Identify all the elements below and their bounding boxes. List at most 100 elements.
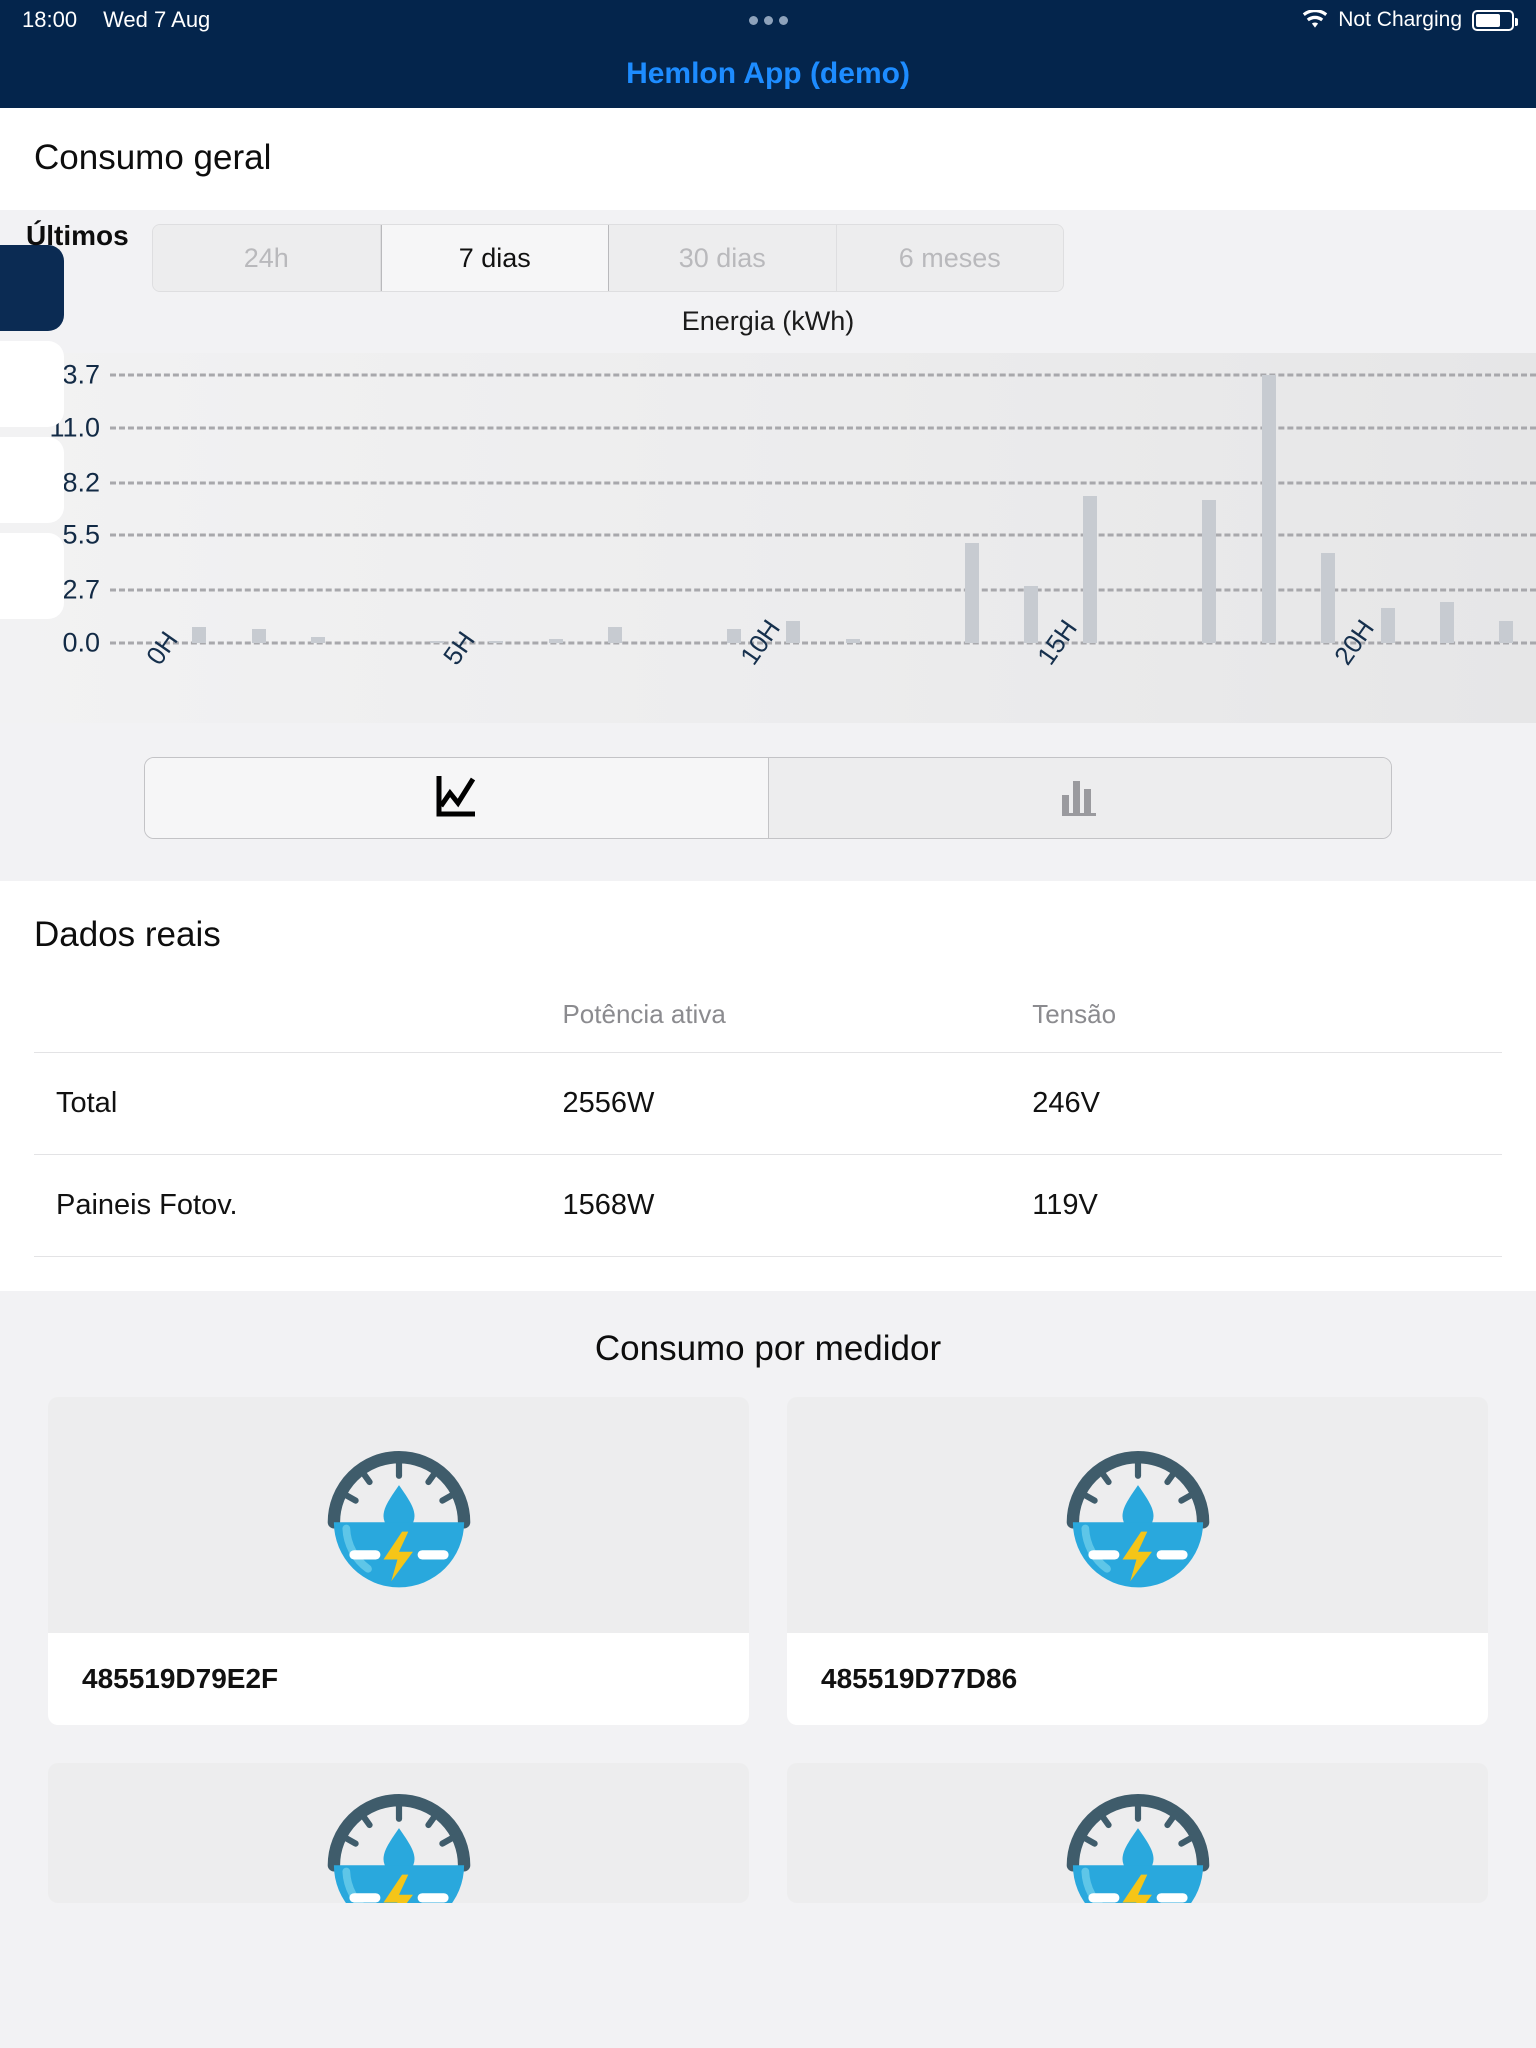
meter-card[interactable]: 485519D79E2F	[48, 1397, 749, 1725]
range-selector-row: Últimos 24h 7 dias 30 dias 6 meses	[0, 210, 1536, 619]
cell-name: Total	[34, 1052, 563, 1155]
cell-voltage: 119V	[1032, 1154, 1502, 1257]
meter-icon-wrap	[787, 1397, 1488, 1633]
bar-slot	[229, 375, 288, 643]
tab-7-dias[interactable]: 7 dias	[380, 225, 609, 291]
energy-meter-icon	[1045, 1763, 1231, 1903]
dropdown-option[interactable]	[0, 437, 64, 523]
energy-meter-icon	[306, 1420, 492, 1611]
battery-icon	[1472, 9, 1518, 31]
status-time: 18:00	[22, 7, 78, 32]
chart-bar	[1439, 601, 1454, 643]
consumo-geral-panel: Últimos 24h 7 dias 30 dias 6 meses Energ…	[0, 210, 1536, 881]
cell-power: 1568W	[562, 1154, 1033, 1257]
bar-slot	[348, 375, 407, 643]
ios-status-bar: 18:00 Wed 7 Aug Not Charging	[0, 0, 1536, 40]
app-title: Hemlon App (demo)	[626, 57, 910, 90]
cell-voltage: 246V	[1032, 1052, 1502, 1155]
chart-bar	[1261, 375, 1276, 643]
dropdown-option[interactable]	[0, 341, 64, 427]
status-date: Wed 7 Aug	[103, 7, 211, 32]
meter-id-label: 485519D77D86	[787, 1633, 1488, 1725]
three-dots-icon	[748, 15, 788, 25]
bar-slot	[585, 375, 644, 643]
real-data-table: Potência ativa Tensão Total 2556W 246V P…	[34, 999, 1502, 1257]
consumo-geral-header: Consumo geral	[0, 108, 1536, 210]
bar-slot	[1358, 375, 1417, 643]
bar-slot	[1477, 375, 1536, 643]
chart-bar	[608, 627, 623, 643]
meter-icon-wrap	[48, 1397, 749, 1633]
meter-icon-wrap	[787, 1763, 1488, 1903]
bar-slot	[1120, 375, 1179, 643]
y-axis-tick: 2.7	[62, 574, 100, 605]
chart-plot-area	[110, 373, 1536, 645]
cell-name: Paineis Fotov.	[34, 1154, 563, 1257]
chart-bar	[192, 627, 207, 643]
bar-slot	[467, 375, 526, 643]
meter-icon-wrap	[48, 1763, 749, 1903]
meter-card[interactable]	[48, 1763, 749, 1903]
bar-chart-toggle-button[interactable]	[768, 758, 1391, 838]
dropdown-option-selected[interactable]	[0, 245, 64, 331]
dropdown-option[interactable]	[0, 533, 64, 619]
chart-bar	[1499, 621, 1514, 643]
chart-bar	[1083, 496, 1098, 643]
meters-title: Consumo por medidor	[594, 1329, 942, 1368]
wifi-icon	[1302, 10, 1328, 30]
bar-slot	[169, 375, 228, 643]
table-row: Paineis Fotov. 1568W 119V	[34, 1154, 1502, 1257]
dados-reais-title: Dados reais	[34, 915, 221, 954]
col-header-voltage: Tensão	[1032, 999, 1117, 1029]
tab-24h[interactable]: 24h	[153, 225, 381, 291]
chart-title: Energia (kWh)	[681, 306, 855, 336]
battery-status-label: Not Charging	[1338, 8, 1462, 31]
meter-card[interactable]: 485519D77D86	[787, 1397, 1488, 1725]
range-segmented-control[interactable]: 24h 7 dias 30 dias 6 meses	[152, 224, 1064, 292]
bar-slot	[882, 375, 941, 643]
status-right: Not Charging	[1302, 8, 1518, 32]
line-chart-icon	[434, 773, 478, 824]
bar-slot	[823, 375, 882, 643]
chart-bar	[251, 629, 266, 643]
table-row: Total 2556W 246V	[34, 1052, 1502, 1155]
bar-chart-icon	[1058, 773, 1102, 824]
page-title: Consumo geral	[34, 138, 272, 177]
bar-slot	[704, 375, 763, 643]
line-chart-toggle-button[interactable]	[145, 758, 769, 838]
bar-slot	[645, 375, 704, 643]
cell-power: 2556W	[562, 1052, 1033, 1155]
chart-bar	[786, 621, 801, 643]
bar-slot	[1239, 375, 1298, 643]
energy-chart[interactable]: 13.7 11.0 8.2 5.5 2.7 0.0 0H 5H 10H 15H 20H	[0, 353, 1536, 723]
energy-meter-icon	[306, 1763, 492, 1903]
chart-type-toggle[interactable]	[144, 757, 1392, 839]
bar-slot	[1061, 375, 1120, 643]
chart-bar	[1024, 586, 1039, 643]
bar-slot	[526, 375, 585, 643]
col-header-power: Potência ativa	[562, 999, 726, 1029]
table-header-row: Potência ativa Tensão	[34, 999, 1502, 1053]
bar-slot	[1001, 375, 1060, 643]
meter-grid: 485519D79E2F 485519D77D86	[0, 1397, 1536, 1903]
bar-slot	[942, 375, 1001, 643]
consumo-por-medidor-section: Consumo por medidor 485519D79E2F 485519D…	[0, 1291, 1536, 1903]
bar-slot	[764, 375, 823, 643]
status-left: 18:00 Wed 7 Aug	[22, 7, 210, 33]
chart-bar	[726, 629, 741, 643]
chart-type-toggle-wrap	[0, 723, 1536, 839]
y-axis-tick: 0.0	[62, 627, 100, 658]
bar-slot	[1298, 375, 1357, 643]
range-dropdown-overlay[interactable]	[0, 245, 64, 629]
chart-bar	[1202, 500, 1217, 643]
app-navbar: Hemlon App (demo)	[0, 40, 1536, 108]
chart-bar	[1321, 553, 1336, 643]
col-header-name	[34, 999, 562, 1053]
tab-6-meses[interactable]: 6 meses	[836, 225, 1063, 291]
meter-card[interactable]	[787, 1763, 1488, 1903]
dados-reais-card: Dados reais Potência ativa Tensão Total …	[0, 881, 1536, 1291]
bar-slot	[110, 375, 169, 643]
y-axis-tick: 8.2	[62, 467, 100, 498]
tab-30-dias[interactable]: 30 dias	[609, 225, 837, 291]
chart-bar	[1380, 607, 1395, 643]
